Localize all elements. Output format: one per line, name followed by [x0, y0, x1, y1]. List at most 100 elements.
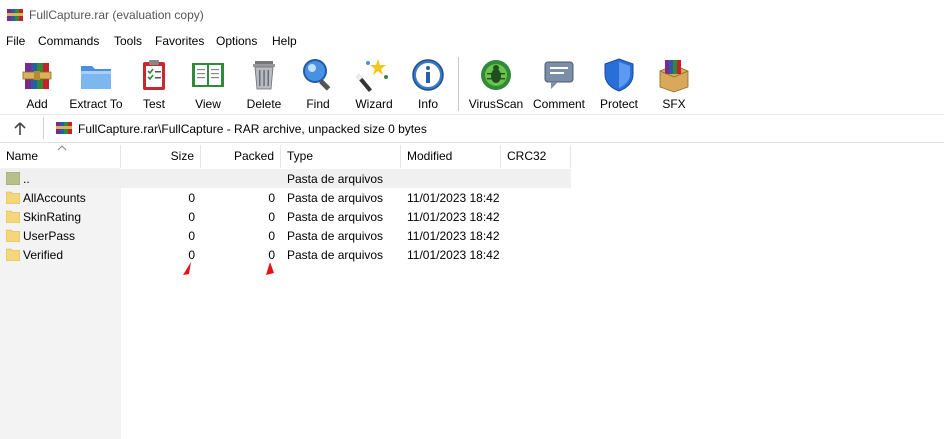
- annotation-arrow-icon: [183, 262, 191, 275]
- row-packed: 0: [268, 229, 275, 243]
- row-modified: 11/01/2023 18:42: [407, 248, 500, 262]
- row-packed: 0: [268, 191, 275, 205]
- sfx-box-icon: [659, 60, 689, 93]
- window-title: FullCapture.rar (evaluation copy): [29, 8, 204, 22]
- column-header-crc32[interactable]: CRC32: [501, 145, 571, 168]
- row-size: 0: [188, 210, 195, 224]
- table-row[interactable]: UserPass 0 0 Pasta de arquivos 11/01/202…: [0, 226, 571, 245]
- menu-commands[interactable]: Commands: [38, 34, 99, 48]
- folder-icon: [6, 210, 20, 223]
- virusscan-button[interactable]: VirusScan: [468, 55, 524, 111]
- column-type-label: Type: [287, 149, 314, 163]
- column-header-size[interactable]: Size: [121, 145, 201, 168]
- magic-wand-icon: [356, 59, 388, 92]
- extract-folder-icon: [81, 66, 111, 89]
- address-separator: [43, 117, 44, 139]
- test-button[interactable]: Test: [133, 55, 175, 111]
- column-size-label: Size: [170, 149, 194, 163]
- menu-favorites[interactable]: Favorites: [155, 34, 204, 48]
- comment-button[interactable]: Comment: [530, 55, 588, 111]
- folder-icon: [6, 191, 20, 204]
- row-type: Pasta de arquivos: [287, 191, 384, 205]
- row-type: Pasta de arquivos: [287, 172, 384, 186]
- column-header-modified[interactable]: Modified: [401, 145, 501, 168]
- title-bar: FullCapture.rar (evaluation copy): [0, 0, 944, 31]
- winrar-app-icon: [7, 9, 23, 21]
- view-label: View: [195, 97, 221, 111]
- row-modified: 11/01/2023 18:42: [407, 229, 500, 243]
- address-path[interactable]: FullCapture.rar\FullCapture - RAR archiv…: [78, 122, 427, 136]
- column-crc-label: CRC32: [507, 149, 547, 163]
- row-type: Pasta de arquivos: [287, 210, 384, 224]
- table-row[interactable]: Verified 0 0 Pasta de arquivos 11/01/202…: [0, 245, 571, 264]
- row-name: Verified: [23, 248, 64, 262]
- extract-to-label: Extract To: [69, 97, 123, 111]
- row-name: ..: [23, 172, 30, 186]
- view-book-icon: [192, 63, 224, 87]
- row-name: UserPass: [23, 229, 76, 243]
- row-modified: 11/01/2023 18:42: [407, 191, 500, 205]
- sort-ascending-icon: [57, 145, 67, 151]
- column-header-type[interactable]: Type: [281, 145, 401, 168]
- wizard-label: Wizard: [355, 97, 393, 111]
- row-size: 0: [188, 248, 195, 262]
- find-button[interactable]: Find: [298, 55, 338, 111]
- shield-icon: [604, 58, 634, 92]
- row-size: 0: [188, 191, 195, 205]
- menu-help[interactable]: Help: [272, 34, 297, 48]
- annotation-arrow-icon: [266, 262, 274, 275]
- extract-to-button[interactable]: Extract To: [66, 55, 126, 111]
- row-packed: 0: [268, 210, 275, 224]
- sfx-button[interactable]: SFX: [652, 55, 696, 111]
- test-clipboard-icon: [143, 60, 165, 90]
- row-packed: 0: [268, 248, 275, 262]
- up-arrow-icon[interactable]: [10, 119, 30, 139]
- delete-button[interactable]: Delete: [242, 55, 286, 111]
- toolbar: Add Extract To Test View Delete Find Wiz…: [0, 51, 944, 115]
- row-type: Pasta de arquivos: [287, 248, 384, 262]
- toolbar-separator: [458, 57, 459, 111]
- protect-label: Protect: [599, 97, 638, 111]
- info-label: Info: [417, 97, 438, 111]
- table-row[interactable]: AllAccounts 0 0 Pasta de arquivos 11/01/…: [0, 188, 571, 207]
- info-button[interactable]: Info: [410, 55, 446, 111]
- parent-folder-icon: [6, 172, 20, 185]
- folder-icon: [6, 229, 20, 242]
- delete-label: Delete: [246, 97, 282, 111]
- row-type: Pasta de arquivos: [287, 229, 384, 243]
- column-header-name[interactable]: Name: [0, 145, 121, 168]
- comment-bubble-icon: [544, 61, 574, 89]
- menu-options[interactable]: Options: [216, 34, 257, 48]
- menu-tools[interactable]: Tools: [114, 34, 142, 48]
- add-button[interactable]: Add: [14, 55, 60, 111]
- parent-folder-row[interactable]: .. Pasta de arquivos: [0, 169, 571, 188]
- view-button[interactable]: View: [186, 55, 230, 111]
- info-icon: [412, 59, 444, 91]
- add-archive-icon: [22, 63, 52, 89]
- row-modified: 11/01/2023 18:42: [407, 210, 500, 224]
- folder-icon: [6, 248, 20, 261]
- row-name: AllAccounts: [23, 191, 86, 205]
- virus-bug-icon: [481, 60, 511, 90]
- column-name-label: Name: [6, 149, 39, 163]
- trash-icon: [253, 61, 275, 90]
- menu-bar: File Commands Tools Favorites Options He…: [0, 31, 944, 51]
- address-bar: FullCapture.rar\FullCapture - RAR archiv…: [0, 115, 944, 143]
- column-header-packed[interactable]: Packed: [201, 145, 281, 168]
- archive-icon: [56, 122, 72, 134]
- find-label: Find: [306, 97, 330, 111]
- wizard-button[interactable]: Wizard: [352, 55, 396, 111]
- protect-button[interactable]: Protect: [596, 55, 642, 111]
- row-name: SkinRating: [23, 210, 82, 224]
- sfx-label: SFX: [662, 97, 686, 111]
- column-modified-label: Modified: [407, 149, 453, 163]
- menu-file[interactable]: File: [6, 34, 25, 48]
- column-packed-label: Packed: [233, 149, 274, 163]
- test-label: Test: [142, 97, 165, 111]
- comment-label: Comment: [532, 97, 585, 111]
- magnifier-icon: [303, 59, 331, 91]
- row-size: 0: [188, 229, 195, 243]
- add-label: Add: [26, 97, 48, 111]
- table-row[interactable]: SkinRating 0 0 Pasta de arquivos 11/01/2…: [0, 207, 571, 226]
- virusscan-label: VirusScan: [468, 97, 524, 111]
